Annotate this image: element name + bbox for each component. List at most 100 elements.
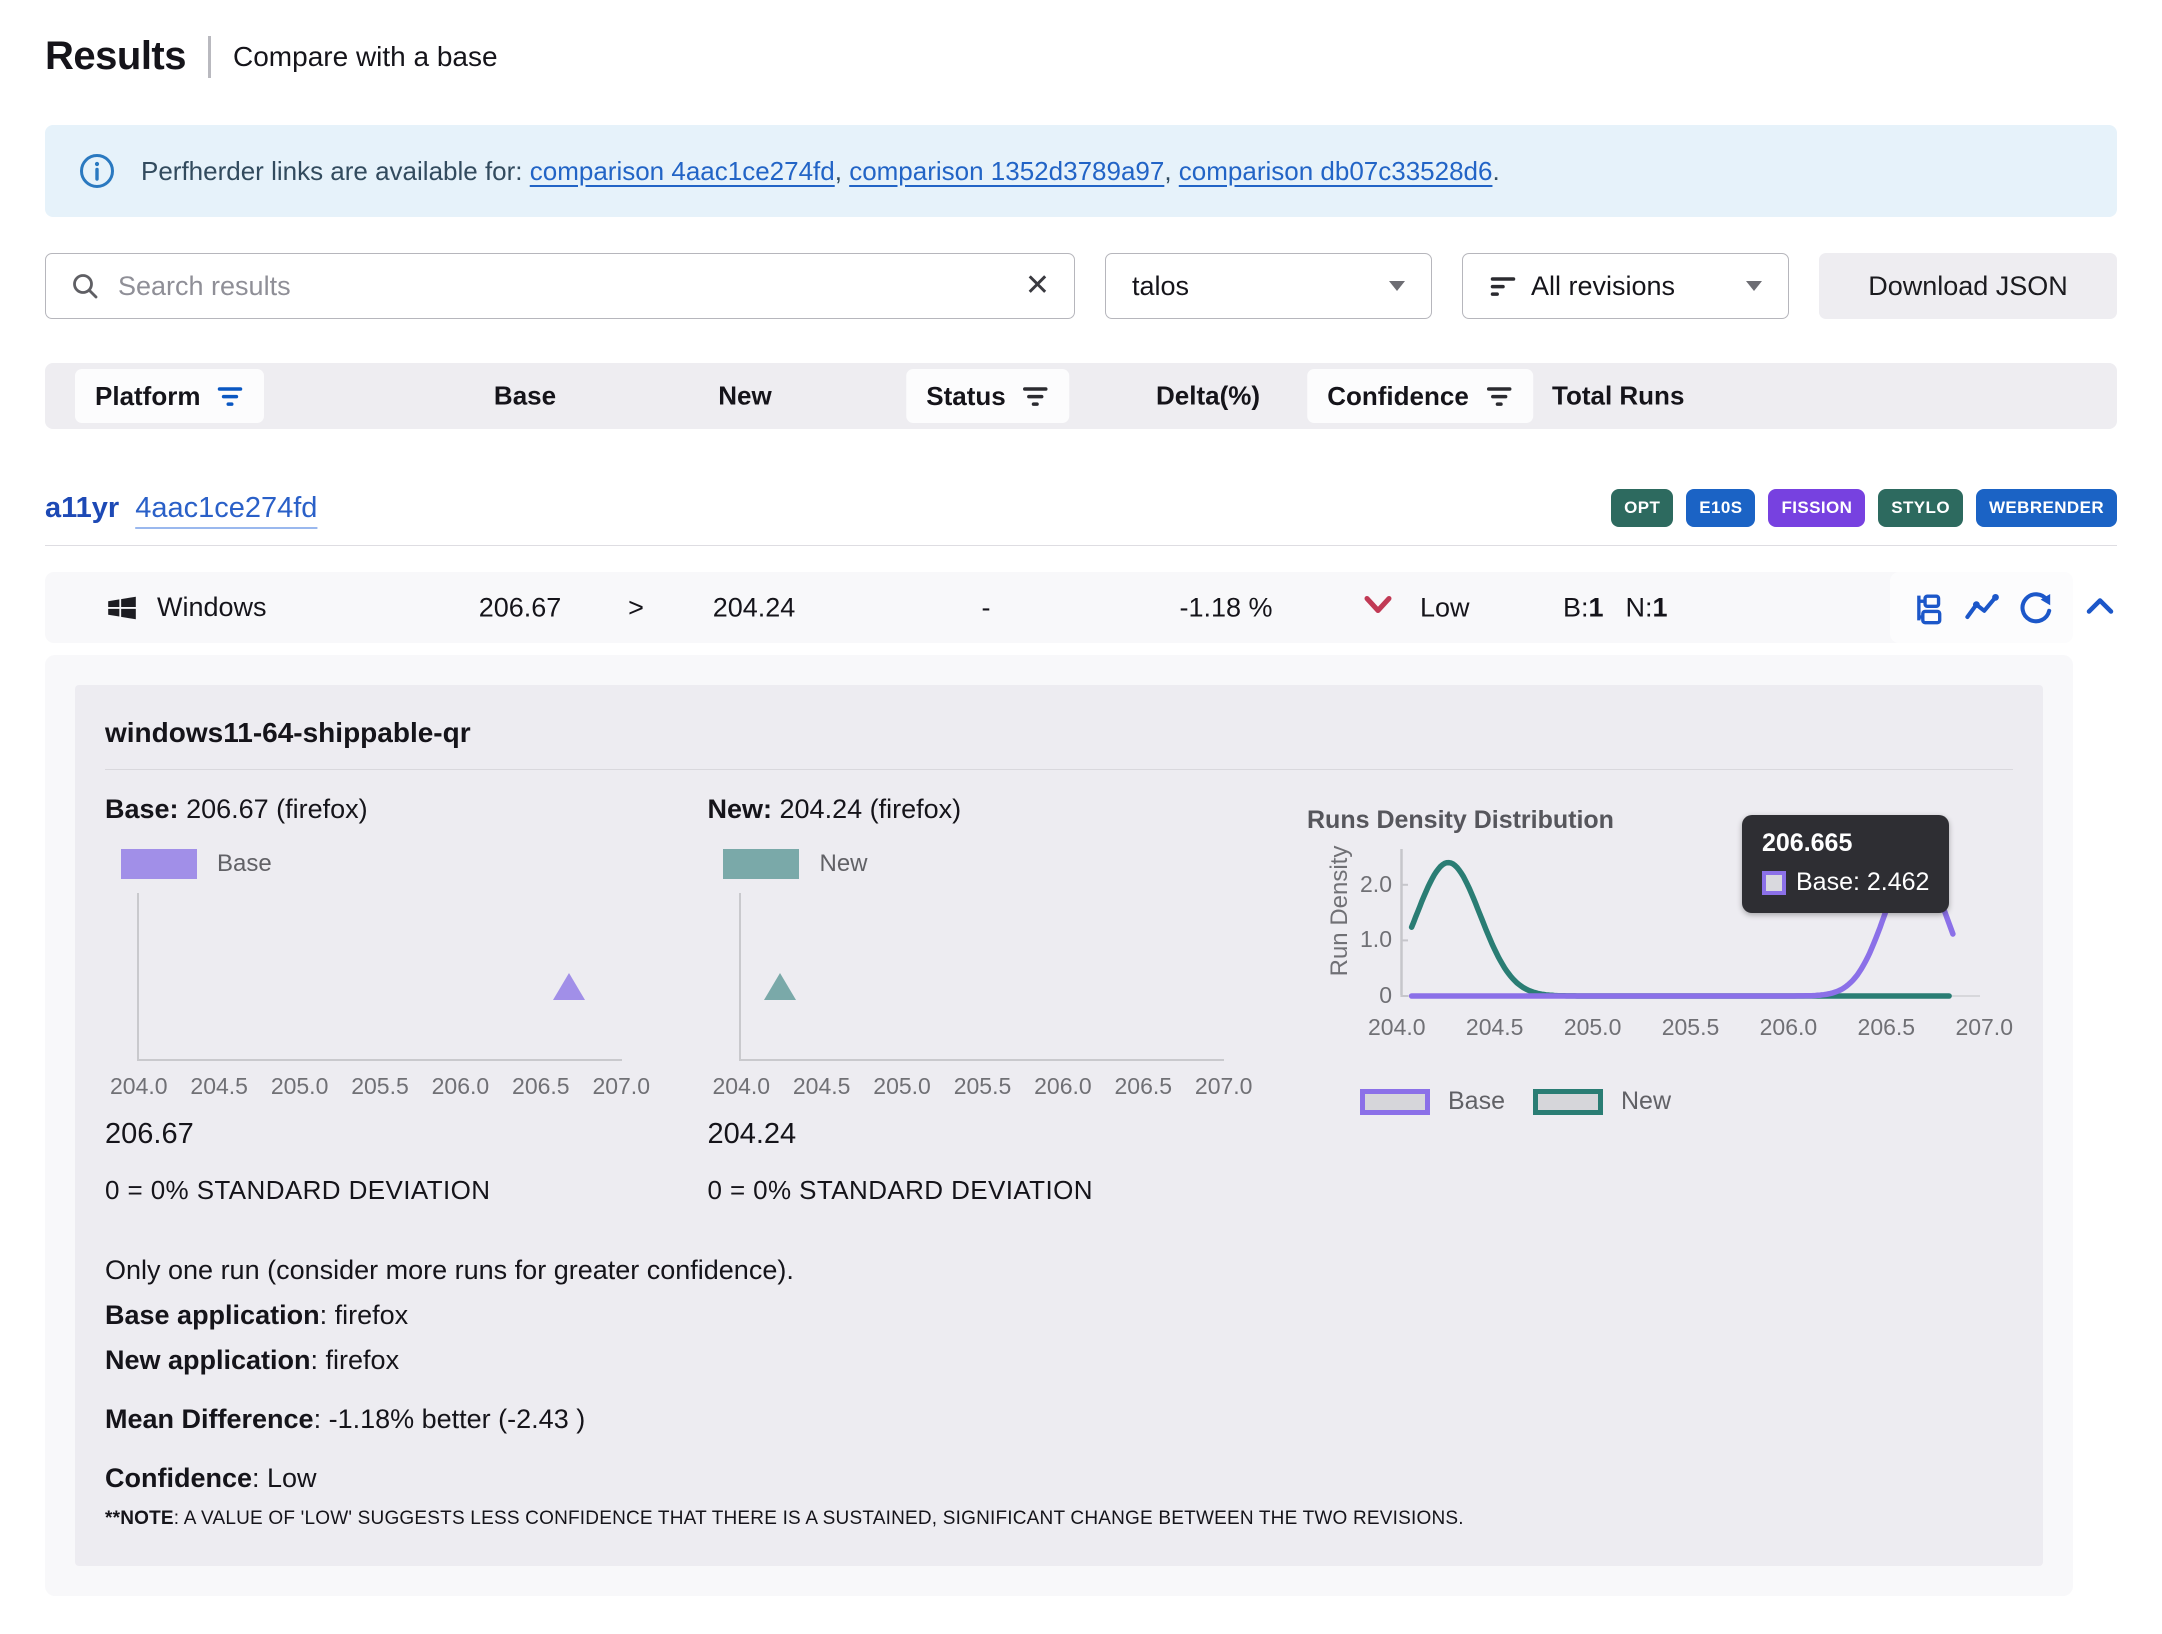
base-value-text: 206.67 (firefox) (186, 794, 368, 824)
confidence-filter-button[interactable]: Confidence (1307, 369, 1533, 423)
x-axis-tick: 207.0 (1195, 1073, 1253, 1100)
windows-icon (105, 591, 139, 625)
x-axis-tick: 205.0 (1564, 1014, 1622, 1041)
density-legend-new-swatch (1533, 1089, 1603, 1115)
x-axis-tick: 204.5 (190, 1073, 248, 1100)
base-label: Base: (105, 794, 179, 824)
revisions-select[interactable]: All revisions (1462, 253, 1789, 319)
status-filter-button[interactable]: Status (906, 369, 1069, 423)
base-run-marker (553, 973, 585, 1000)
confidence-note-value: : Low (252, 1463, 317, 1493)
x-axis-tick: 206.0 (1760, 1014, 1818, 1041)
search-icon (70, 271, 100, 301)
comparison-link-3[interactable]: comparison db07c33528d6 (1179, 156, 1493, 186)
line-chart-icon (1964, 590, 2000, 626)
base-runs-label: B: (1563, 592, 1589, 622)
suite-revision-link[interactable]: 4aac1ce274fd (135, 492, 317, 525)
page-subtitle: Compare with a base (233, 41, 498, 73)
controls-row: ✕ talos All revisions Download JSON (45, 253, 2117, 319)
info-icon (79, 153, 115, 189)
column-header-total-runs: Total Runs (1552, 381, 1684, 412)
total-runs: B:1N:1 (1563, 592, 1668, 623)
x-axis-tick: 206.0 (1034, 1073, 1092, 1100)
density-legend-new-label: New (1621, 1087, 1671, 1116)
new-runs-count: 1 (1653, 592, 1668, 622)
banner-text: Perfherder links are available for: comp… (141, 156, 1500, 187)
tooltip-series-label: Base: 2.462 (1796, 868, 1929, 897)
new-runs-label: N: (1626, 592, 1653, 622)
chevron-down-icon (1389, 281, 1405, 291)
column-header-status: Status (926, 381, 1005, 412)
density-chart-legend: Base New (1360, 1087, 2013, 1116)
results-table-header: Platform Base New Status Delta(%) Confid… (45, 363, 2117, 429)
row-actions (1890, 572, 2073, 643)
divider (45, 545, 2117, 546)
column-header-confidence: Confidence (1327, 381, 1469, 412)
base-heading: Base: 206.67 (firefox) (105, 794, 707, 825)
x-axis-tick: 205.5 (1662, 1014, 1720, 1041)
density-tooltip: 206.665 Base: 2.462 (1742, 815, 1949, 913)
low-confidence-disclaimer: **NOTE: A VALUE OF 'LOW' SUGGESTS LESS C… (105, 1508, 2013, 1530)
status-value: - (982, 592, 991, 623)
x-axis-tick: 206.5 (1858, 1014, 1916, 1041)
tag-opt: OPT (1611, 489, 1673, 527)
regression-direction-icon (1363, 592, 1393, 623)
base-runs-count: 1 (1589, 592, 1604, 622)
collapse-row-button[interactable] (2083, 593, 2117, 622)
base-legend-label: Base (217, 850, 272, 878)
download-json-button[interactable]: Download JSON (1819, 253, 2117, 319)
tag-stylo: STYLO (1878, 489, 1963, 527)
tooltip-value: 206.665 (1762, 829, 1929, 858)
detail-columns: Base: 206.67 (firefox) Base 204.0 204.5 … (105, 794, 2013, 1249)
subtests-icon (1911, 590, 1947, 626)
new-label: New: (707, 794, 772, 824)
comparison-link-1[interactable]: comparison 4aac1ce274fd (530, 156, 835, 186)
tooltip-series-swatch (1762, 871, 1786, 895)
comparison-link-2[interactable]: comparison 1352d3789a97 (849, 156, 1164, 186)
platform-filter-button[interactable]: Platform (75, 369, 264, 423)
density-chart-area: Run Density 2.0 1.0 0 206.665 Base: 2.46… (1400, 847, 2013, 1116)
mean-difference-label: Mean Difference (105, 1404, 314, 1434)
x-axis-tick: 204.0 (1368, 1014, 1426, 1041)
base-mean-value: 206.67 (105, 1118, 707, 1151)
info-banner: Perfherder links are available for: comp… (45, 125, 2117, 217)
framework-select[interactable]: talos (1105, 253, 1432, 319)
platform-label: Windows (157, 592, 267, 623)
filter-icon (1485, 382, 1513, 410)
new-value: 204.24 (713, 592, 796, 623)
new-runs-chart (739, 893, 1224, 1061)
clear-search-button[interactable]: ✕ (1025, 271, 1050, 301)
x-axis-tick: 206.0 (432, 1073, 490, 1100)
x-axis-tick: 205.5 (954, 1073, 1012, 1100)
base-application-label: Base application (105, 1300, 320, 1330)
suite-title: a11yr 4aac1ce274fd (45, 492, 317, 525)
mean-difference: Mean Difference: -1.18% better (-2.43 ) (105, 1404, 2013, 1435)
tag-fission: FISSION (1768, 489, 1865, 527)
test-name: windows11-64-shippable-qr (105, 717, 2013, 749)
page-header: Results Compare with a base (45, 34, 2117, 79)
graph-button[interactable] (1964, 590, 2000, 626)
tag-webrender: WEBRENDER (1976, 489, 2117, 527)
new-legend-swatch (723, 849, 799, 879)
density-chart-x-axis: 204.0 204.5 205.0 205.5 206.0 206.5 207.… (1368, 1014, 2013, 1041)
x-axis-tick: 206.5 (512, 1073, 570, 1100)
expanded-row-section: windows11-64-shippable-qr Base: 206.67 (… (45, 655, 2073, 1596)
x-axis-tick: 204.0 (712, 1073, 770, 1100)
search-input[interactable] (118, 271, 1007, 302)
base-distribution-column: Base: 206.67 (firefox) Base 204.0 204.5 … (105, 794, 707, 1249)
column-header-base: Base (494, 381, 556, 412)
mean-difference-value: : -1.18% better (-2.43 ) (314, 1404, 586, 1434)
page-title: Results (45, 34, 186, 79)
search-box: ✕ (45, 253, 1075, 319)
new-run-marker (764, 973, 796, 1000)
banner-separator: , (1164, 156, 1178, 186)
chevron-up-icon (2083, 593, 2117, 619)
x-axis-tick: 207.0 (1955, 1014, 2013, 1041)
test-detail-panel: windows11-64-shippable-qr Base: 206.67 (… (75, 685, 2043, 1566)
delta-value: -1.18 % (1179, 592, 1272, 623)
retrigger-button[interactable] (2017, 590, 2053, 626)
banner-terminator: . (1492, 156, 1499, 186)
confidence-note: Confidence: Low (105, 1463, 2013, 1494)
subtests-button[interactable] (1911, 590, 1947, 626)
new-application: New application: firefox (105, 1345, 2013, 1376)
